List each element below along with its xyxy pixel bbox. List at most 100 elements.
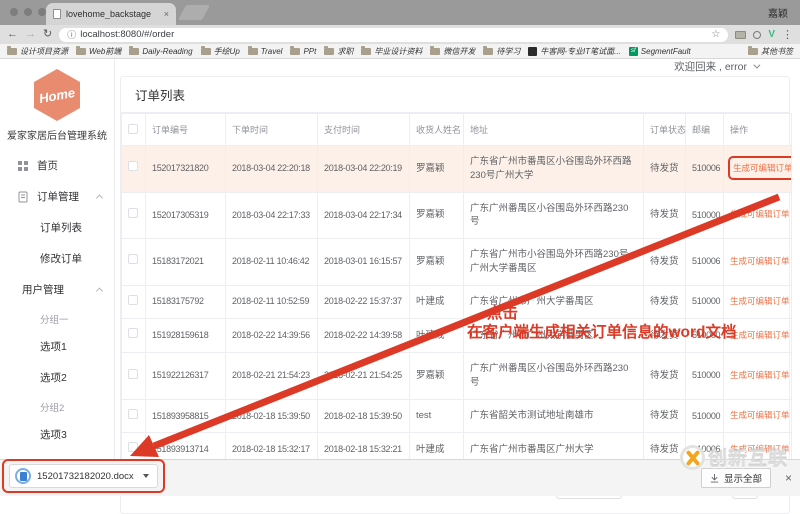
sidebar-item-option4[interactable]: 选项4	[0, 450, 114, 459]
window-control-icon[interactable]	[24, 8, 32, 16]
bookmarks-bar: 设计项目资源 Web前端 Daily-Reading 手绘Up Travel P…	[0, 44, 800, 59]
vue-devtools-icon[interactable]: V	[768, 29, 775, 40]
cell-address: 广东省广州市广州大学番禺区	[463, 284, 644, 320]
segmentfault-favicon: sf	[628, 46, 638, 56]
browser-toolbar: ← → ↻ ⓘ localhost:8080/#/order ☆ V ⋮	[0, 25, 800, 44]
bookmark-item[interactable]: 待学习	[483, 45, 521, 57]
new-tab-button[interactable]	[178, 5, 210, 20]
bookmark-label: 求职	[337, 46, 354, 56]
generate-doc-link[interactable]: 生成可编辑订单	[730, 209, 790, 219]
grid-icon	[18, 160, 28, 171]
chevron-down-icon[interactable]	[142, 474, 149, 478]
tab-close-icon[interactable]: ×	[164, 9, 169, 19]
cell-status: 待发货	[643, 398, 686, 434]
cell-order-time: 2018-02-11 10:46:42	[225, 238, 318, 286]
browser-tab[interactable]: lovehome_backstage ×	[46, 3, 176, 25]
cell-recipient: 叶建成	[409, 284, 464, 320]
folder-icon	[748, 45, 758, 55]
bookmark-item[interactable]: PPt	[290, 45, 316, 56]
browser-chrome: lovehome_backstage × 嘉颖 ← → ↻ ⓘ localhos…	[0, 0, 800, 59]
table-row: 151893958815 2018-02-18 15:39:50 2018-02…	[121, 398, 792, 434]
downloaded-file-name: 15201732182020.docx	[37, 470, 134, 482]
other-bookmarks-button[interactable]: 其他书签	[748, 45, 793, 57]
sidebar-item-option1[interactable]: 选项1	[0, 331, 114, 362]
sidebar-item-order-mgmt[interactable]: 订单管理	[0, 181, 114, 212]
column-header[interactable]: 下单时间	[225, 113, 318, 146]
sidebar-item-option2[interactable]: 选项2	[0, 362, 114, 393]
tab-title: lovehome_backstage	[66, 9, 152, 19]
reload-icon[interactable]: ↻	[43, 29, 52, 40]
browser-profile-name[interactable]: 嘉颖	[768, 5, 788, 20]
cell-status: 待发货	[643, 284, 686, 320]
cell-order-id: 151928159618	[145, 318, 226, 354]
sidebar-item-option3[interactable]: 选项3	[0, 419, 114, 450]
bookmark-star-icon[interactable]: ☆	[711, 29, 720, 40]
row-checkbox[interactable]	[128, 161, 138, 172]
bookmark-item[interactable]: 牛客网-专业IT笔试面...	[528, 46, 621, 57]
cell-pay-time: 2018-03-04 22:20:19	[317, 145, 410, 193]
welcome-text[interactable]: 欢迎回来 , error	[674, 59, 747, 74]
download-bar: 15201732182020.docx 显示全部 ×	[0, 459, 800, 496]
bookmark-item[interactable]: Daily-Reading	[129, 45, 193, 56]
cell-address: 广东省广州市小谷围岛外环西路230号广州大学番禺区	[463, 238, 644, 286]
bookmark-label: 待学习	[496, 46, 521, 56]
site-info-icon[interactable]: ⓘ	[67, 28, 76, 41]
window-control-icon[interactable]	[38, 8, 46, 16]
generate-doc-link[interactable]: 生成可编辑订单	[730, 370, 790, 380]
extension-icon[interactable]	[753, 30, 762, 39]
generate-doc-link[interactable]: 生成可编辑订单	[730, 296, 790, 306]
bookmark-item[interactable]: 求职	[324, 45, 354, 57]
sidebar-item-user-mgmt[interactable]: 用户管理	[0, 274, 114, 305]
column-header[interactable]: 收货人姓名	[409, 113, 464, 146]
show-all-downloads-button[interactable]: 显示全部	[700, 468, 771, 488]
row-checkbox[interactable]	[128, 408, 138, 419]
generate-doc-link[interactable]: 生成可编辑订单	[730, 444, 790, 454]
window-control-icon[interactable]	[10, 8, 18, 16]
cell-order-time: 2018-02-21 21:54:23	[225, 352, 318, 400]
select-all-checkbox[interactable]	[128, 123, 138, 134]
bookmark-item[interactable]: 微信开发	[430, 45, 475, 57]
extension-icon[interactable]	[735, 30, 747, 39]
download-bar-actions: 显示全部 ×	[700, 468, 792, 488]
column-header[interactable]: 地址	[463, 113, 644, 146]
generate-doc-link[interactable]: 生成可编辑订单	[730, 410, 790, 420]
close-download-bar-icon[interactable]: ×	[785, 471, 792, 485]
sidebar-item-home[interactable]: 首页	[0, 150, 114, 181]
sidebar-item-order-list[interactable]: 订单列表	[0, 212, 114, 243]
column-header[interactable]: 支付时间	[317, 113, 410, 146]
cell-pay-time: 2018-03-01 16:15:57	[317, 238, 410, 286]
bookmark-item[interactable]: Travel	[247, 45, 282, 56]
cell-status: 待发货	[643, 318, 686, 354]
sidebar-item-label: 订单管理	[37, 191, 79, 203]
generate-doc-link[interactable]: 生成可编辑订单	[728, 155, 791, 181]
back-icon[interactable]: ←	[7, 29, 18, 40]
bookmark-label: 牛客网-专业IT笔试面...	[540, 46, 621, 56]
bookmark-item[interactable]: 设计项目资源	[7, 45, 68, 57]
column-header[interactable]: 订单状态	[643, 113, 686, 146]
address-bar[interactable]: ⓘ localhost:8080/#/order ☆	[59, 27, 729, 42]
column-header[interactable]: 订单编号	[145, 113, 226, 146]
bookmark-item[interactable]: 手绘Up	[200, 45, 240, 57]
sidebar-item-modify-order[interactable]: 修改订单	[0, 243, 114, 274]
row-checkbox[interactable]	[128, 368, 138, 379]
row-checkbox[interactable]	[128, 254, 138, 265]
generate-doc-link[interactable]: 生成可编辑订单	[730, 330, 790, 340]
generate-doc-link[interactable]: 生成可编辑订单	[730, 256, 790, 266]
browser-menu-icon[interactable]: ⋮	[782, 28, 793, 41]
row-checkbox[interactable]	[128, 294, 138, 305]
bookmark-item[interactable]: 毕业设计资料	[361, 45, 423, 57]
bookmark-item[interactable]: sf SegmentFault	[628, 46, 691, 56]
bookmark-label: 毕业设计资料	[374, 46, 423, 56]
cell-address: 广东广州番禺区小谷围岛外环西路230号	[463, 352, 644, 400]
row-checkbox[interactable]	[128, 328, 138, 339]
column-header[interactable]: 操作	[723, 113, 792, 146]
row-checkbox[interactable]	[128, 207, 138, 218]
order-list-card: 订单列表 订单编号 下单时间 支付时间 收货人姓名 地址 订单状态 邮编 操作 …	[120, 76, 792, 514]
column-header[interactable]: 邮编	[685, 113, 724, 146]
table-row: 15183172021 2018-02-11 10:46:42 2018-03-…	[121, 238, 792, 286]
row-checkbox[interactable]	[128, 442, 138, 453]
cell-order-id: 152017305319	[145, 191, 226, 240]
bookmark-item[interactable]: Web前端	[76, 45, 121, 57]
downloaded-file-chip[interactable]: 15201732182020.docx	[9, 464, 158, 488]
table-row: 152017321820 2018-03-04 22:20:18 2018-03…	[121, 145, 792, 193]
